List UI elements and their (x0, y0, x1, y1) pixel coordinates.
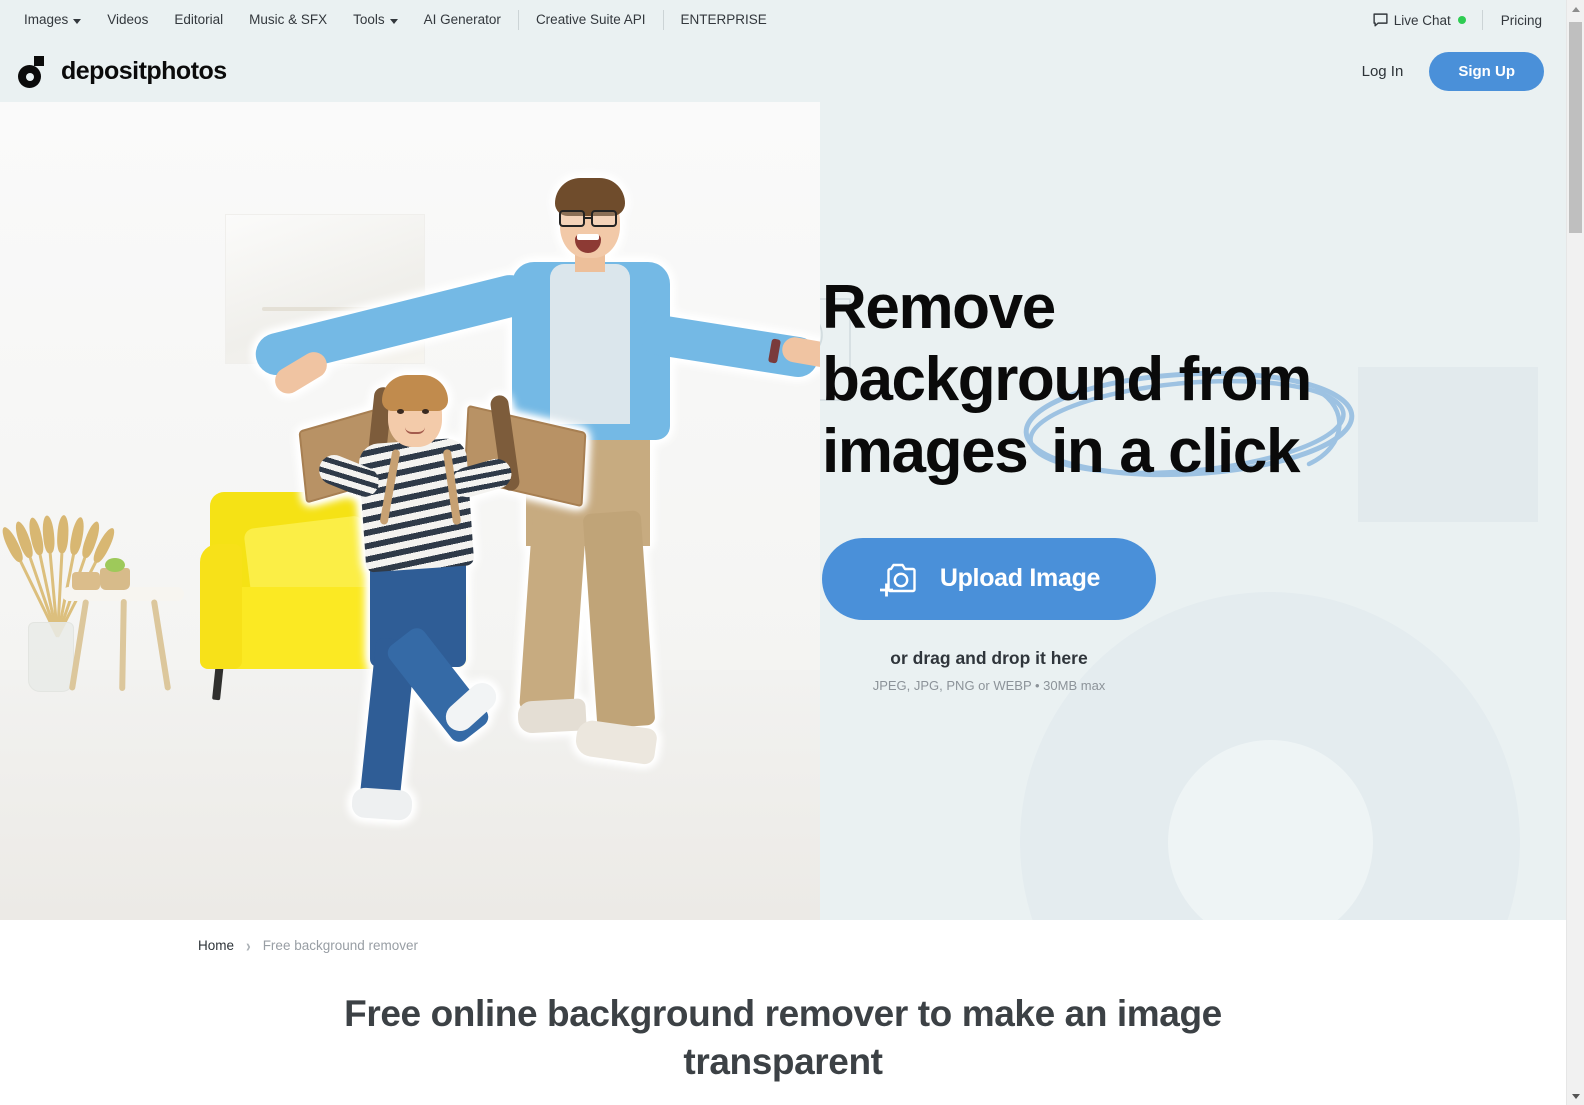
nav-item-label: Tools (353, 12, 385, 27)
breadcrumb-current: Free background remover (262, 937, 419, 953)
logo-wordmark: depositphotos (61, 56, 227, 85)
live-chat-button[interactable]: Live Chat (1361, 13, 1478, 28)
nav-item-videos[interactable]: Videos (94, 7, 161, 33)
signup-button[interactable]: Sign Up (1429, 51, 1544, 91)
breadcrumb-home-link[interactable]: Home (198, 938, 234, 953)
pricing-link[interactable]: Pricing (1487, 13, 1556, 28)
scroll-down-arrow-icon (1571, 1093, 1580, 1099)
nav-item-music-sfx[interactable]: Music & SFX (236, 7, 340, 33)
scroll-up-button[interactable] (1567, 0, 1584, 18)
camera-plus-icon (879, 563, 916, 597)
upload-image-label: Upload Image (939, 564, 1101, 593)
chevron-down-icon (73, 18, 82, 24)
live-chat-label: Live Chat (1393, 12, 1451, 28)
hero-copy: Remove background from images in a click (822, 272, 1442, 693)
hero-section: Remove background from images in a click (0, 102, 1566, 920)
nav-item-creative-suite-api[interactable]: Creative Suite API (523, 7, 659, 33)
content-section: Home › Free background remover Free onli… (0, 920, 1566, 1105)
logo[interactable]: depositphotos (18, 54, 227, 88)
login-link[interactable]: Log In (1362, 63, 1404, 80)
nav-item-tools[interactable]: Tools (340, 7, 411, 33)
header-actions: Log In Sign Up (1362, 51, 1544, 91)
hero-title-line-3-circled: in a click (1051, 416, 1300, 486)
potted-plant (100, 558, 130, 590)
nav-item-label: AI Generator (423, 12, 501, 27)
nav-item-label: Editorial (174, 12, 224, 27)
nav-divider (662, 10, 664, 30)
scroll-down-button[interactable] (1567, 1087, 1584, 1105)
scrollbar-thumb[interactable] (1569, 22, 1582, 233)
boy-figure (298, 357, 630, 877)
nav-item-label: Images (24, 12, 69, 27)
top-utility-right: Live Chat Pricing (1361, 0, 1556, 40)
site-header: depositphotos Log In Sign Up (0, 40, 1566, 102)
upload-image-button[interactable]: Upload Image (822, 537, 1156, 620)
breadcrumb-separator-icon: › (246, 935, 251, 955)
nav-item-label: Videos (107, 12, 149, 27)
nav-item-label: Creative Suite API (535, 12, 646, 27)
breadcrumb: Home › Free background remover (198, 935, 419, 955)
primary-nav: Images Videos Editorial Music & SFX Tool… (18, 0, 780, 40)
nav-item-enterprise[interactable]: ENTERPRISE (668, 7, 780, 33)
speech-bubble-icon (1373, 12, 1388, 26)
page-root: Images Videos Editorial Music & SFX Tool… (0, 0, 1584, 1105)
nav-item-label: Music & SFX (249, 12, 328, 27)
top-utility-bar: Images Videos Editorial Music & SFX Tool… (0, 0, 1566, 40)
nav-item-label: ENTERPRISE (680, 12, 767, 27)
page-title: Remove background from images in a click (822, 272, 1442, 488)
hero-title-line-1: Remove (822, 273, 1056, 342)
nav-item-images[interactable]: Images (18, 7, 94, 33)
nav-item-ai-generator[interactable]: AI Generator (411, 7, 514, 33)
online-status-dot-icon (1457, 15, 1466, 24)
top-right-divider (1481, 10, 1483, 30)
chevron-down-icon (389, 18, 398, 24)
hero-photo (0, 102, 820, 920)
wheat-bouquet (3, 492, 114, 638)
hero-title-line-3-plain: images (822, 416, 1029, 486)
section-title: Free online background remover to make a… (344, 993, 1222, 1083)
hero-title-line-2: background from (822, 344, 1312, 414)
hero-title-highlight: in a click (1023, 370, 1355, 488)
nav-item-editorial[interactable]: Editorial (161, 7, 236, 33)
drag-and-drop-hint: or drag and drop it here (890, 647, 1088, 668)
glass-vase (28, 622, 74, 692)
nav-divider (517, 10, 519, 30)
camera-dot-logo-icon (18, 54, 52, 88)
wooden-toy (72, 572, 100, 590)
supported-formats-hint: JPEG, JPG, PNG or WEBP • 30MB max (872, 677, 1106, 693)
vertical-scrollbar[interactable] (1566, 0, 1584, 1105)
scroll-up-arrow-icon (1571, 6, 1580, 12)
